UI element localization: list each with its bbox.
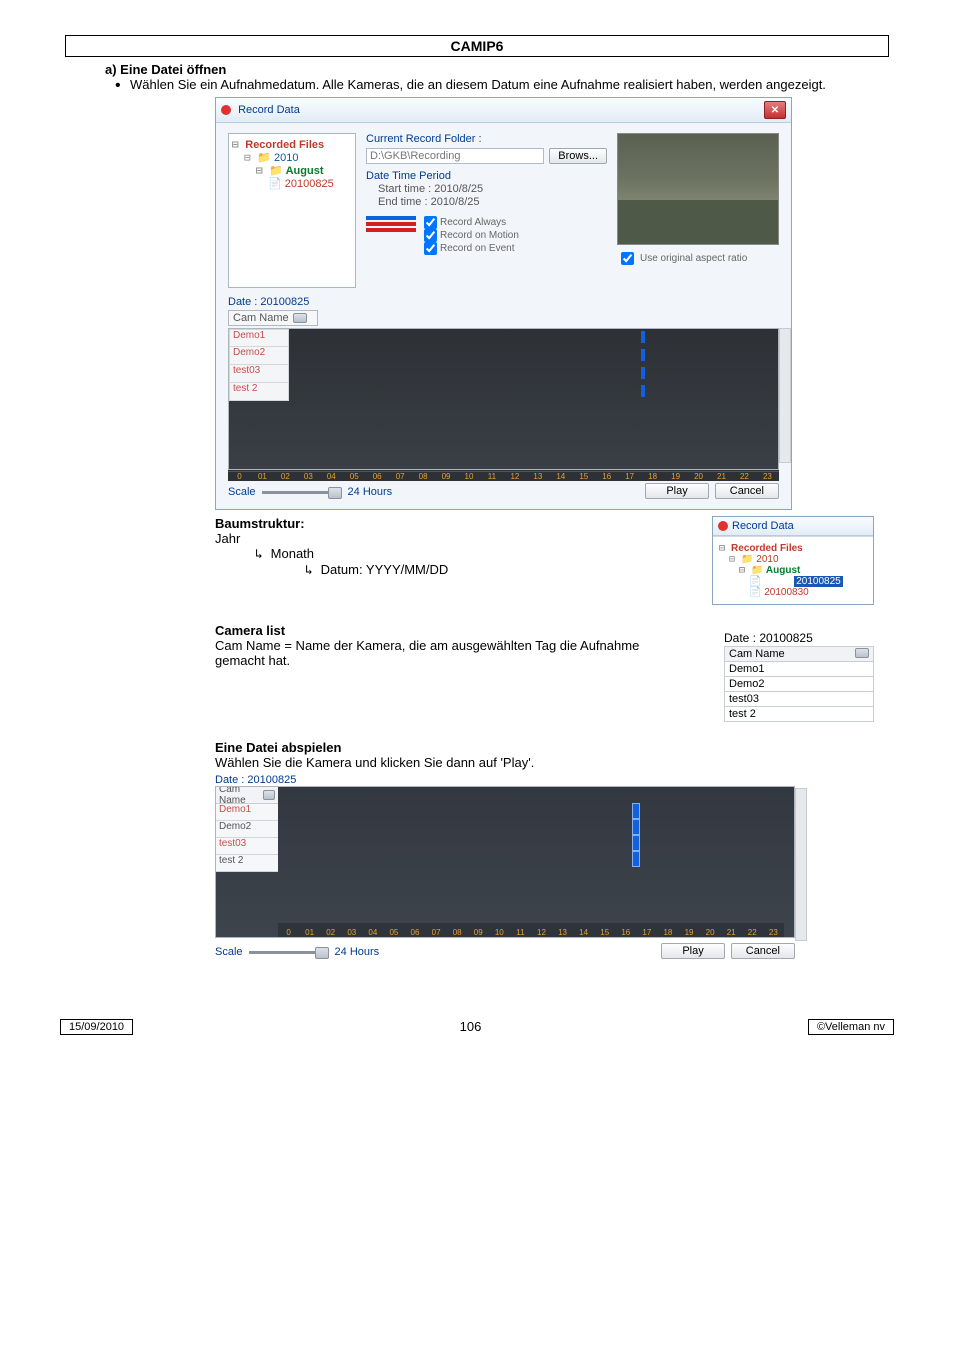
date-line: Date : 20100825 xyxy=(228,296,779,308)
dtp-label: Date Time Period xyxy=(366,170,451,182)
timeline[interactable]: Demo1 Demo2 test03 test 2 00102030405060… xyxy=(228,328,779,481)
cam-width-handle[interactable] xyxy=(263,790,275,800)
dtp-start: Start time : 2010/8/25 xyxy=(366,183,607,195)
browse-button[interactable]: Brows... xyxy=(549,148,607,164)
cam-row[interactable]: Demo2 xyxy=(216,821,278,838)
cb-motion[interactable] xyxy=(424,229,437,242)
footer-date: 15/09/2010 xyxy=(60,1019,133,1035)
lbl-always: Record Always xyxy=(440,217,506,228)
tree-month: August xyxy=(286,165,324,177)
page-header: CAMIP6 xyxy=(65,35,889,57)
selected-date[interactable]: 20100825 xyxy=(794,576,843,587)
camlist-body: Cam Name = Name der Kamera, die am ausge… xyxy=(215,638,684,668)
playback-body: Wählen Sie die Kamera und klicken Sie da… xyxy=(215,755,874,770)
tree-year: 2010 xyxy=(274,152,298,164)
cam-table: Cam Name Demo1 Demo2 test03 test 2 xyxy=(724,646,874,722)
cb-always[interactable] xyxy=(424,216,437,229)
cam-row[interactable]: Demo1 xyxy=(216,804,278,821)
section-a-bullet: Wählen Sie ein Aufnahmedatum. Alle Kamer… xyxy=(130,77,874,92)
baum-l2: Monath xyxy=(271,546,314,561)
cancel-button[interactable]: Cancel xyxy=(731,943,795,959)
cam-row[interactable]: test03 xyxy=(229,365,289,383)
footer-copy: ©Velleman nv xyxy=(808,1019,894,1035)
cam-width-handle[interactable] xyxy=(293,313,307,323)
video-preview xyxy=(617,133,779,245)
cb-aspect-ratio[interactable] xyxy=(621,252,634,265)
table-row[interactable]: Demo1 xyxy=(725,662,874,677)
scale-value: 24 Hours xyxy=(348,486,393,498)
scale-label: Scale xyxy=(215,946,243,958)
tree-date: 20100825 xyxy=(285,178,334,190)
baum-heading: Baumstruktur: xyxy=(215,516,692,531)
col-resize-handle[interactable] xyxy=(855,648,869,658)
cam-row[interactable]: Demo1 xyxy=(229,329,289,347)
timeline-playback: Date : 20100825 Cam Name Demo1 Demo2 tes… xyxy=(215,774,795,959)
lbl-aspect-ratio: Use original aspect ratio xyxy=(640,253,747,264)
page-title: CAMIP6 xyxy=(451,38,504,54)
scale-label: Scale xyxy=(228,486,256,498)
tl2-date: Date : 20100825 xyxy=(215,774,795,786)
cancel-button[interactable]: Cancel xyxy=(715,483,779,499)
cam-header: Cam Name xyxy=(228,310,318,326)
camlist-heading: Camera list xyxy=(215,623,684,638)
scrollbar-vertical[interactable] xyxy=(795,788,807,941)
cam-row[interactable]: test 2 xyxy=(229,383,289,401)
scale-slider[interactable] xyxy=(249,951,329,954)
table-row[interactable]: test 2 xyxy=(725,707,874,722)
record-icon xyxy=(221,105,231,115)
hour-ruler: 0010203040506070809101112131415161718192… xyxy=(228,470,779,481)
record-data-dialog: Record Data ✕ ⊟ Recorded Files ⊟ 📁 2010 … xyxy=(215,97,792,510)
scale-value: 24 Hours xyxy=(335,946,380,958)
dtp-end: End time : 2010/8/25 xyxy=(366,196,607,208)
tree-root: Recorded Files xyxy=(245,139,324,151)
page-footer: 15/09/2010 106 ©Velleman nv xyxy=(60,1019,894,1035)
baum-l3: Datum: YYYY/MM/DD xyxy=(321,562,449,577)
camlist-date: Date : 20100825 xyxy=(724,631,874,645)
playback-heading: Eine Datei abspielen xyxy=(215,740,874,755)
small-title: Record Data xyxy=(732,520,794,532)
play-button[interactable]: Play xyxy=(645,483,708,499)
close-icon[interactable]: ✕ xyxy=(764,101,786,119)
hour-ruler: 0010203040506070809101112131415161718192… xyxy=(278,923,784,937)
file-tree[interactable]: ⊟ Recorded Files ⊟ 📁 2010 ⊟ 📁 August 📄 2… xyxy=(228,133,356,288)
baum-l1: Jahr xyxy=(215,531,692,546)
cam-row[interactable]: Demo2 xyxy=(229,347,289,365)
lbl-event: Record on Event xyxy=(440,243,515,254)
table-row[interactable]: test03 xyxy=(725,692,874,707)
scale-slider[interactable] xyxy=(262,491,342,494)
cb-event[interactable] xyxy=(424,242,437,255)
folder-pane: Current Record Folder : Brows... Date Ti… xyxy=(366,133,607,288)
current-folder-label: Current Record Folder : xyxy=(366,133,607,145)
cam-row[interactable]: test03 xyxy=(216,838,278,855)
cam-row[interactable]: test 2 xyxy=(216,855,278,872)
scrollbar-vertical[interactable] xyxy=(779,328,791,463)
table-row[interactable]: Demo2 xyxy=(725,677,874,692)
section-a-heading: a) Eine Datei öffnen xyxy=(105,62,874,77)
lbl-motion: Record on Motion xyxy=(440,230,519,241)
dialog-title: Record Data xyxy=(238,104,300,116)
folder-path-input[interactable] xyxy=(366,148,544,164)
dialog-titlebar: Record Data ✕ xyxy=(216,98,791,123)
footer-page: 106 xyxy=(460,1019,482,1035)
small-tree-dialog: Record Data ⊟ Recorded Files ⊟ 📁 2010 ⊟ … xyxy=(712,516,874,605)
play-button[interactable]: Play xyxy=(661,943,724,959)
